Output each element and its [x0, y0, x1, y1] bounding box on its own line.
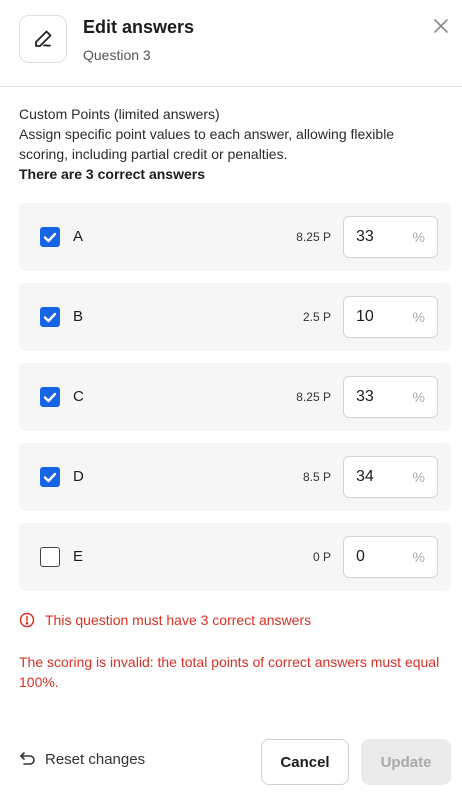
answer-checkbox[interactable] [40, 387, 60, 407]
percent-input[interactable] [356, 548, 406, 566]
reset-changes-button[interactable]: Reset changes [19, 750, 145, 768]
correct-count-error-text: This question must have 3 correct answer… [45, 612, 312, 628]
answer-checkbox[interactable] [40, 227, 60, 247]
close-button[interactable] [429, 14, 453, 38]
answer-row-c: C 8.25 P % [19, 363, 451, 431]
modal-header: Edit answers Question 3 [0, 0, 462, 87]
pen-icon [19, 15, 67, 63]
modal-subtitle: Question 3 [83, 47, 151, 63]
answer-points: 2.5 P [302, 310, 331, 324]
percent-input[interactable] [356, 388, 406, 406]
checkmark-icon [43, 472, 57, 483]
percent-unit: % [412, 549, 425, 565]
percent-input[interactable] [356, 468, 406, 486]
cancel-button[interactable]: Cancel [261, 739, 349, 785]
percent-field: % [343, 216, 438, 258]
answer-row-a: A 8.25 P % [19, 203, 451, 271]
answer-letter: C [73, 388, 84, 405]
answer-checkbox[interactable] [40, 547, 60, 567]
answer-checkbox[interactable] [40, 307, 60, 327]
answer-row-b: B 2.5 P % [19, 283, 451, 351]
undo-icon [19, 750, 37, 768]
checkmark-icon [43, 232, 57, 243]
answer-letter: A [73, 228, 84, 245]
answer-row-d: D 8.5 P % [19, 443, 451, 511]
percent-unit: % [412, 309, 425, 325]
correct-answers-note: There are 3 correct answers [19, 166, 205, 182]
percent-field: % [343, 296, 438, 338]
answer-letter: E [73, 548, 84, 565]
scoring-mode-body: Assign specific point values to each ans… [19, 126, 395, 162]
percent-input[interactable] [356, 228, 406, 246]
answer-row-e: E 0 P % [19, 523, 451, 591]
answer-checkbox[interactable] [40, 467, 60, 487]
correct-count-error: This question must have 3 correct answer… [19, 612, 311, 628]
close-icon [434, 19, 448, 33]
answer-letter: D [73, 468, 84, 485]
update-button[interactable]: Update [361, 739, 451, 785]
percent-input[interactable] [356, 308, 406, 326]
percent-unit: % [412, 469, 425, 485]
percent-field: % [343, 376, 438, 418]
modal-title: Edit answers [83, 17, 195, 37]
percent-field: % [343, 536, 438, 578]
answer-points: 0 P [312, 550, 331, 564]
answer-points: 8.5 P [302, 470, 331, 484]
percent-unit: % [412, 229, 425, 245]
checkmark-icon [43, 312, 57, 323]
scoring-mode-heading: Custom Points (limited answers) [19, 106, 220, 122]
answer-points: 8.25 P [296, 390, 331, 404]
reset-changes-label: Reset changes [45, 750, 146, 768]
percent-field: % [343, 456, 438, 498]
answer-points: 8.25 P [296, 230, 331, 244]
checkmark-icon [43, 392, 57, 403]
scoring-error-text: The scoring is invalid: the total points… [19, 654, 440, 690]
percent-unit: % [412, 389, 425, 405]
answer-letter: B [73, 308, 84, 325]
alert-circle-icon [19, 612, 35, 628]
scoring-description: Custom Points (limited answers) Assign s… [19, 104, 444, 184]
